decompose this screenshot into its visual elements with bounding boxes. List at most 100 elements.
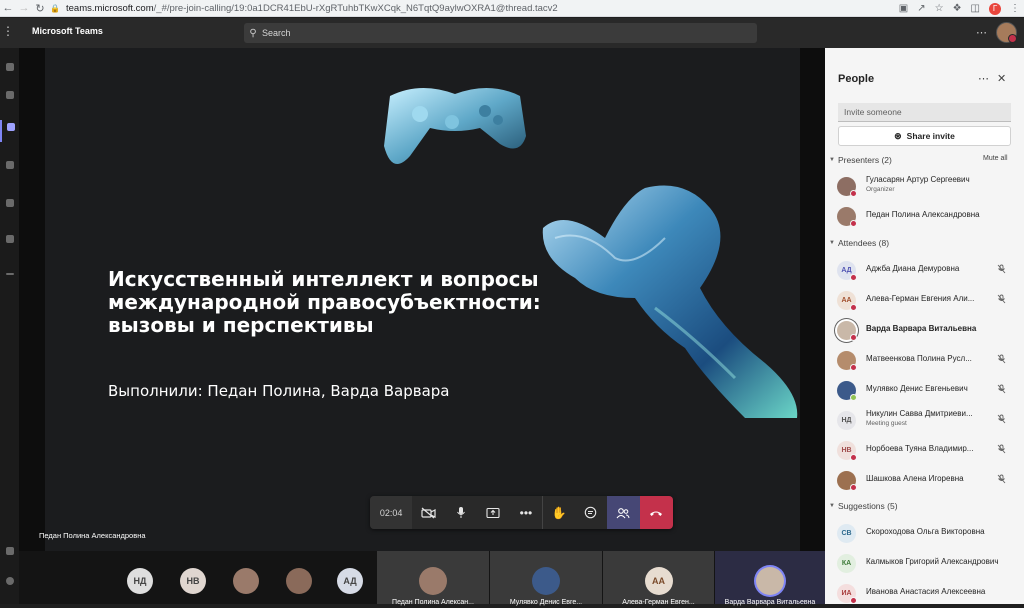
avatar-initials: НВ [841, 447, 852, 454]
search-placeholder: Search [262, 28, 291, 38]
participant-row[interactable]: НД Никулин Савва Дмитриеви... Meeting gues… [837, 405, 1017, 435]
reload-icon[interactable]: ↻ [32, 0, 48, 16]
participant-row[interactable]: Педан Полина Александровна [837, 201, 1017, 231]
mute-all-button[interactable]: Mute all [983, 155, 1008, 162]
more-icon: ••• [519, 505, 533, 520]
search-input[interactable]: ⚲ Search [244, 23, 757, 43]
presence-status-icon [850, 190, 857, 197]
rail-assignments[interactable] [0, 158, 19, 180]
participant-video-tile[interactable]: АА Алева-Герман Евген... [602, 551, 714, 606]
participant-role: Meeting guest [866, 420, 907, 427]
sidebar-toggle-icon[interactable]: ◫ [971, 3, 980, 14]
participant-row[interactable]: Мулявко Денис Евгеньевич [837, 375, 1017, 405]
participant-name: Матвеенкова Полина Русл... [866, 354, 972, 363]
participant-row[interactable]: Шашкова Алена Игоревна [837, 465, 1017, 495]
hang-up-button[interactable] [639, 496, 674, 529]
rail-help[interactable] [0, 574, 19, 596]
share-screen-button[interactable] [477, 496, 509, 529]
participant-avatar[interactable] [233, 568, 259, 594]
presenters-section-toggle[interactable]: ▼ Presenters (2) [829, 154, 892, 166]
call-timer: 02:04 [370, 496, 413, 529]
rail-calendar[interactable] [0, 196, 19, 218]
extensions-icon[interactable]: ❖ [953, 3, 962, 14]
participant-avatar[interactable]: НВ [180, 568, 206, 594]
rail-activity[interactable] [0, 60, 19, 82]
participant-name: Иванова Анастасия Алексеевна [866, 587, 986, 596]
people-toggle-button[interactable] [607, 496, 640, 529]
bookmark-star-icon[interactable]: ☆ [935, 3, 944, 14]
participant-name: Норбоева Туяна Владимир... [866, 444, 974, 453]
participant-video-tile[interactable]: Педан Полина Алексан... [376, 551, 489, 606]
avatar-initials: НД [841, 417, 852, 424]
search-icon: ⚲ [249, 27, 257, 39]
browser-toolbar: ← → ↻ 🔒 teams.microsoft.com/_#/pre-join-… [0, 0, 1024, 17]
participant-video-tile[interactable]: Мулявко Денис Евге... [489, 551, 602, 606]
shared-slide: Искусственный интеллект и вопросы междун… [45, 48, 800, 551]
avatar: НД [837, 411, 856, 430]
profile-avatar[interactable]: Г [989, 2, 1001, 15]
camera-permission-icon[interactable]: ▣ [899, 3, 908, 14]
avatar-initials: АА [841, 297, 852, 304]
presenters-label: Presenters (2) [838, 155, 892, 165]
participant-avatar[interactable]: НД [127, 568, 153, 594]
participant-name: Скороходова Ольга Викторовна [866, 527, 985, 536]
participant-avatar [532, 567, 560, 595]
participant-row[interactable]: АД Аджба Диана Демуровна [837, 255, 1017, 285]
suggestions-label: Suggestions (5) [838, 501, 898, 511]
apps-icon [5, 547, 14, 555]
rail-more[interactable] [0, 270, 19, 292]
suggestions-section-toggle[interactable]: ▼ Suggestions (5) [829, 500, 898, 512]
rail-calls[interactable] [0, 232, 19, 254]
hang-up-icon [650, 511, 663, 516]
participant-row[interactable]: НВ Норбоева Туяна Владимир... [837, 435, 1017, 465]
participant-avatar: АА [644, 567, 673, 595]
participant-avatar [756, 567, 784, 595]
participant-name: Калмыков Григорий Александрович [866, 557, 999, 566]
forward-icon[interactable]: → [16, 0, 32, 16]
participant-name: Варда Варвара Витальевна [866, 324, 977, 333]
close-icon[interactable]: ✕ [997, 72, 1006, 85]
user-avatar[interactable] [996, 22, 1017, 43]
calendar-icon [5, 199, 14, 207]
participant-avatar[interactable] [286, 568, 312, 594]
microphone-off-icon [997, 474, 1006, 486]
participant-row[interactable]: Матвеенкова Полина Русл... [837, 345, 1017, 375]
share-icon[interactable]: ↗ [917, 3, 925, 14]
participant-row[interactable]: Варда Варвара Витальевна [837, 315, 1017, 345]
more-actions-button[interactable]: ••• [510, 496, 542, 529]
participant-role: Organizer [866, 186, 895, 193]
rail-apps[interactable] [0, 544, 19, 566]
participant-row[interactable]: Гуласарян Артур Сергеевич Organizer [837, 171, 1017, 201]
app-launcher-icon[interactable]: ⋮ [2, 24, 14, 38]
avatar-initials: АД [841, 267, 852, 274]
avatar-initials: АД [343, 576, 357, 586]
participant-avatar[interactable]: АД [337, 568, 363, 594]
microphone-off-icon [997, 354, 1006, 366]
chat-icon [5, 91, 14, 99]
presence-status-icon [850, 454, 857, 461]
invite-someone-input[interactable] [838, 103, 1011, 122]
participant-row[interactable]: СВ Скороходова Ольга Викторовна [837, 518, 1017, 548]
raise-hand-button[interactable]: ✋ [542, 496, 574, 529]
attendees-section-toggle[interactable]: ▼ Attendees (8) [829, 237, 889, 249]
microphone-toggle-button[interactable] [445, 496, 477, 529]
participant-row[interactable]: АА Алева-Герман Евгения Али... [837, 285, 1017, 315]
browser-menu-icon[interactable]: ⋮ [1010, 3, 1020, 14]
rail-teams[interactable] [0, 120, 19, 142]
share-invite-button[interactable]: ⊛ Share invite [838, 126, 1011, 146]
avatar-initials: СВ [841, 530, 852, 537]
rail-chat[interactable] [0, 88, 19, 110]
participant-row[interactable]: КА Калмыков Григорий Александрович [837, 548, 1017, 578]
meeting-stage: Искусственный интеллект и вопросы междун… [19, 48, 825, 551]
teams-header: ⋮ Microsoft Teams ⚲ Search ⋯ [0, 18, 1024, 48]
participant-video-tile[interactable]: Варда Варвара Витальевна [714, 551, 825, 606]
panel-more-icon[interactable]: ⋯ [978, 72, 989, 85]
settings-more-icon[interactable]: ⋯ [976, 26, 987, 39]
panel-title: People [838, 73, 875, 85]
presence-status-icon [850, 334, 857, 341]
chat-toggle-button[interactable] [575, 496, 607, 529]
back-icon[interactable]: ← [0, 0, 16, 16]
camera-toggle-button[interactable] [412, 496, 444, 529]
raise-hand-icon: ✋ [551, 505, 567, 520]
address-bar[interactable]: 🔒 teams.microsoft.com/_#/pre-join-callin… [50, 1, 840, 15]
